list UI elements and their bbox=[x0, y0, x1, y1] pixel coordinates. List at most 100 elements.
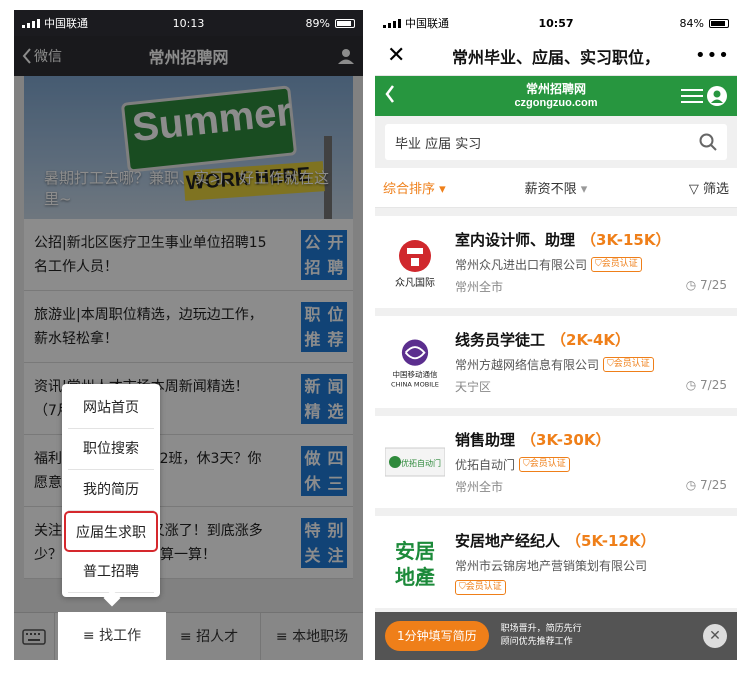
search-input[interactable]: 毕业 应届 实习 bbox=[385, 124, 727, 160]
submenu-item-home[interactable]: 网站首页 bbox=[68, 388, 154, 429]
job-card[interactable]: 安居 地產 安居地产经纪人 （5K-12K） 常州市云锦房地产营销策划有限公司 ⛉… bbox=[375, 516, 737, 616]
svg-text:中国移动通信: 中国移动通信 bbox=[393, 369, 438, 379]
close-promo-button[interactable]: ✕ bbox=[703, 624, 727, 648]
summer-banner[interactable]: Summer WORK HERE 暑期打工去哪？兼职、实习、好工作就在这里~ bbox=[24, 76, 353, 219]
svg-text:优拓自动门: 优拓自动门 bbox=[401, 458, 441, 468]
menu-tab-local[interactable]: ≡ 本地职场 bbox=[260, 612, 363, 660]
wechat-navbar: 微信 常州招聘网 bbox=[14, 36, 363, 76]
shield-icon: ⛉ bbox=[607, 359, 614, 369]
status-bar: 中国联通 10:13 89% bbox=[14, 10, 363, 36]
menu-tab-hire[interactable]: ≡ 招人才 bbox=[157, 612, 260, 660]
status-time: 10:57 bbox=[538, 16, 574, 30]
left-phone-screen: 中国联通 10:13 89% 微信 常州招聘网 Summer WORK HERE… bbox=[14, 10, 363, 660]
job-salary: （2K-4K） bbox=[551, 331, 631, 349]
svg-text:众凡国际: 众凡国际 bbox=[395, 277, 435, 289]
clock-icon: ◷ bbox=[685, 278, 701, 292]
verified-badge: ⛉会员认证 bbox=[455, 579, 506, 595]
company-name: 优拓自动门 bbox=[455, 458, 516, 472]
search-icon[interactable] bbox=[699, 133, 717, 151]
job-card[interactable]: 众凡国际 室内设计师、助理 （3K-15K） 常州众凡进出口有限公司 ⛉会员认证 常… bbox=[375, 216, 737, 316]
fill-resume-button[interactable]: 1分钟填写简历 bbox=[385, 621, 489, 651]
job-title: 线务员学徒工 bbox=[455, 331, 546, 349]
user-profile-icon[interactable] bbox=[337, 47, 355, 65]
verified-badge: ⛉会员认证 bbox=[603, 357, 654, 372]
back-label: 微信 bbox=[34, 49, 62, 65]
logo-cn: 常州招聘网 bbox=[525, 82, 586, 96]
svg-text:CHINA MOBILE: CHINA MOBILE bbox=[391, 380, 439, 388]
news-tag: 特别关注 bbox=[301, 517, 347, 568]
svg-text:安居: 安居 bbox=[395, 539, 435, 563]
company-name: 常州市云锦房地产营销策划有限公司 bbox=[455, 558, 648, 573]
keyboard-icon bbox=[22, 628, 46, 645]
company-name: 常州众凡进出口有限公司 bbox=[455, 258, 588, 272]
svg-text:地產: 地產 bbox=[395, 565, 435, 589]
company-name: 常州方越网络信息有限公司 bbox=[455, 358, 600, 372]
job-card[interactable]: 中国移动通信 CHINA MOBILE 线务员学徒工 （2K-4K） 常州方越网络… bbox=[375, 316, 737, 416]
search-value: 毕业 应届 实习 bbox=[395, 136, 482, 152]
menu-tab-find-job-active[interactable]: ≡ 找工作 bbox=[58, 612, 166, 660]
submenu-item-graduate-jobs[interactable]: 应届生求职 bbox=[64, 511, 158, 552]
page-title: 常州招聘网 bbox=[148, 48, 229, 67]
submenu-item-my-resume[interactable]: 我的简历 bbox=[68, 470, 154, 511]
shield-icon: ⛉ bbox=[595, 259, 602, 269]
company-logo: 众凡国际 bbox=[385, 232, 445, 292]
company-logo: 中国移动通信 CHINA MOBILE bbox=[385, 332, 445, 392]
news-tag: 公开招聘 bbox=[301, 229, 347, 280]
caret-down-icon: ▾ bbox=[576, 182, 588, 197]
keyboard-toggle[interactable] bbox=[14, 628, 54, 645]
news-tag: 新闻精选 bbox=[301, 373, 347, 424]
job-date: 7/25 bbox=[700, 278, 727, 292]
caret-down-icon: ▾ bbox=[435, 182, 446, 197]
job-salary: （3K-15K） bbox=[581, 231, 671, 249]
filter-bar: 综合排序 ▾ 薪资不限 ▾ ▽ 筛选 bbox=[375, 168, 737, 208]
logo-en: czgongzuo.com bbox=[514, 97, 598, 109]
filter-icon: ▽ bbox=[688, 182, 703, 197]
company-logo: 安居 地產 bbox=[385, 532, 445, 592]
news-tag: 职位推荐 bbox=[301, 301, 347, 352]
job-location: 天宁区 bbox=[455, 380, 492, 394]
screenshot-composite: 中国联通 10:13 89% 微信 常州招聘网 Summer WORK HERE… bbox=[0, 0, 750, 673]
divider bbox=[375, 208, 737, 216]
battery-icon bbox=[709, 18, 729, 28]
right-phone-screen: 中国联通 10:57 84% ✕ 常州毕业、应届、实习职位， ••• 常州招聘网… bbox=[375, 10, 737, 660]
job-location: 常州全市 bbox=[455, 480, 504, 494]
company-logo: 优拓自动门 bbox=[385, 432, 445, 492]
job-title: 销售助理 bbox=[455, 431, 516, 449]
battery-icon bbox=[335, 18, 355, 28]
submenu-item-general-labor[interactable]: 普工招聘 bbox=[68, 552, 154, 593]
more-button[interactable]: ••• bbox=[695, 45, 729, 66]
job-salary: （5K-12K） bbox=[566, 531, 656, 550]
webview-navbar: ✕ 常州毕业、应届、实习职位， ••• bbox=[375, 36, 737, 76]
job-date: 7/25 bbox=[700, 478, 727, 492]
job-card[interactable]: 优拓自动门 销售助理 （3K-30K） 优拓自动门 ⛉会员认证 常州全市 ◷ 7/25 bbox=[375, 416, 737, 516]
shield-icon: ⛉ bbox=[523, 459, 530, 469]
chevron-left-icon bbox=[22, 48, 31, 64]
job-date: 7/25 bbox=[700, 378, 727, 392]
banner-caption: 暑期打工去哪？兼职、实习、好工作就在这里~ bbox=[44, 169, 330, 208]
job-salary: （3K-30K） bbox=[521, 431, 611, 449]
back-button[interactable]: 微信 bbox=[22, 46, 62, 66]
job-location: 常州全市 bbox=[455, 280, 504, 294]
submenu-item-job-search[interactable]: 职位搜索 bbox=[68, 429, 154, 470]
site-logo[interactable]: 常州招聘网 czgongzuo.com bbox=[375, 80, 737, 109]
search-area: 毕业 应届 实习 bbox=[375, 116, 737, 168]
resume-promo-bar: 1分钟填写简历 职场晋升，简历先行 顾问优先推荐工作 ✕ bbox=[375, 612, 737, 660]
verified-badge: ⛉会员认证 bbox=[519, 457, 570, 472]
page-title: 常州毕业、应届、实习职位， bbox=[451, 47, 660, 67]
filter-button[interactable]: ▽ 筛选 bbox=[614, 178, 729, 197]
news-title: 旅游业|本周职位精选，边玩边工作，薪水轻松拿！ bbox=[34, 306, 263, 347]
close-button[interactable]: ✕ bbox=[387, 43, 417, 68]
list-item[interactable]: 旅游业|本周职位精选，边玩边工作，薪水轻松拿！ 职位推荐 bbox=[24, 291, 353, 363]
status-bar: 中国联通 10:57 84% bbox=[375, 10, 737, 36]
list-item[interactable]: 公招|新北区医疗卫生事业单位招聘15名工作人员！ 公开招聘 bbox=[24, 219, 353, 291]
news-title: 公招|新北区医疗卫生事业单位招聘15名工作人员！ bbox=[34, 234, 267, 275]
news-tag: 做四休三 bbox=[301, 445, 347, 496]
sort-dropdown[interactable]: 综合排序 ▾ bbox=[383, 178, 498, 197]
job-title: 室内设计师、助理 bbox=[455, 231, 576, 249]
salary-dropdown[interactable]: 薪资不限 ▾ bbox=[498, 178, 613, 197]
site-header: 常州招聘网 czgongzuo.com bbox=[375, 76, 737, 116]
status-time: 10:13 bbox=[172, 16, 205, 30]
promo-note: 职场晋升，简历先行 顾问优先推荐工作 bbox=[500, 624, 582, 647]
clock-icon: ◷ bbox=[685, 478, 701, 492]
submenu-popup: 网站首页 职位搜索 我的简历 应届生求职 普工招聘 bbox=[62, 384, 160, 607]
